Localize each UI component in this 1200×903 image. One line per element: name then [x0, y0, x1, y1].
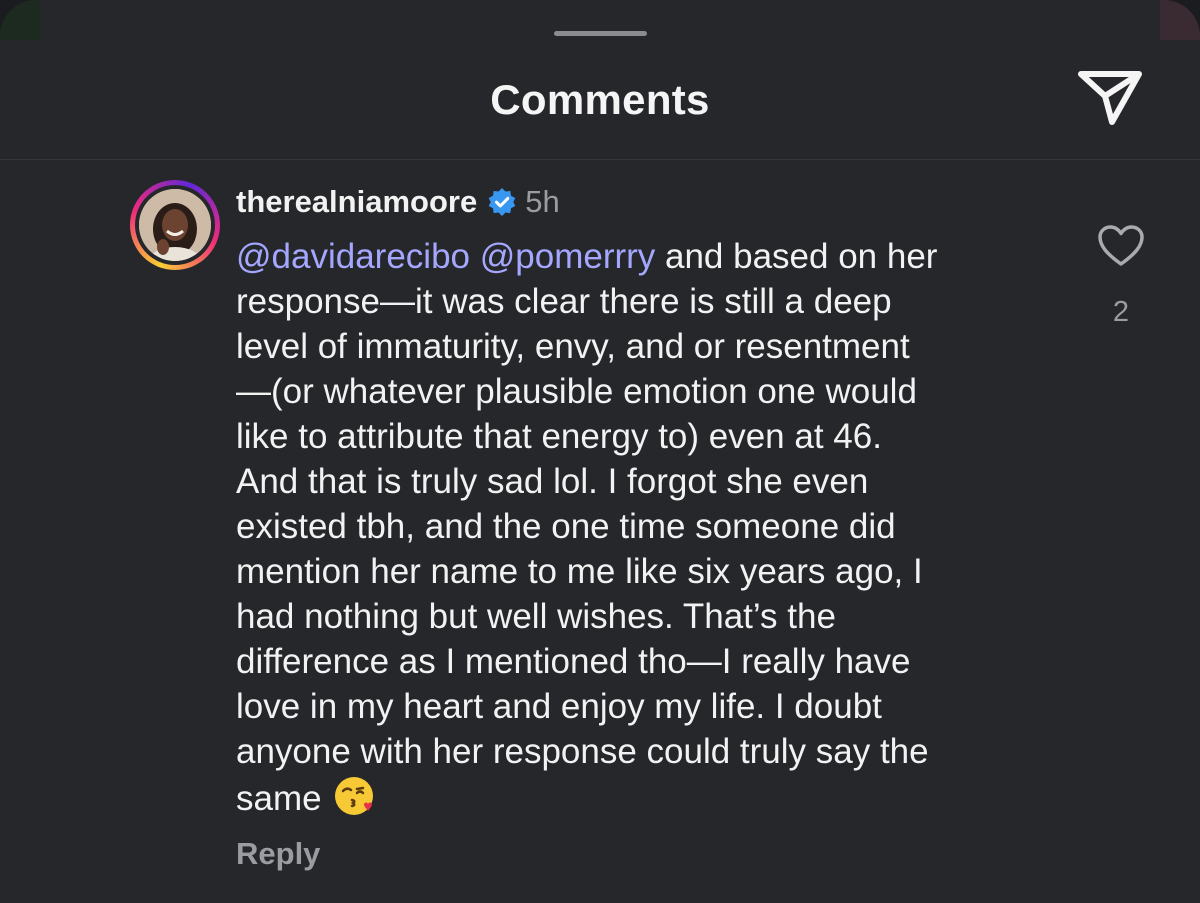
drag-handle[interactable]: [554, 31, 647, 36]
comment-line: level of immaturity, envy, and or resent…: [236, 327, 910, 366]
comment-line: response—it was clear there is still a d…: [236, 282, 892, 321]
comment-line: anyone with her response could truly say…: [236, 732, 929, 771]
kissing-face-with-heart-icon: [334, 777, 373, 815]
like-button[interactable]: [1097, 224, 1145, 268]
comment-line: @davidarecibo @pomerrry and based on her: [236, 237, 938, 276]
header-divider: [0, 159, 1200, 160]
comment-line: like to attribute that energy to) even a…: [236, 417, 882, 456]
username[interactable]: therealniamoore: [236, 184, 477, 220]
page-title: Comments: [490, 76, 710, 123]
comment-line: —(or whatever plausible emotion one woul…: [236, 372, 917, 411]
paper-plane-icon: [1078, 71, 1142, 125]
like-count: 2: [1112, 296, 1130, 328]
mention-link[interactable]: @davidarecibo: [236, 237, 470, 276]
avatar-image: [139, 189, 211, 261]
avatar: [139, 189, 211, 261]
comment-text: @davidarecibo @pomerrry and based on her…: [236, 234, 1056, 821]
comment-timestamp: 5h: [525, 184, 560, 219]
background-corner: [1160, 0, 1200, 40]
avatar-story-ring[interactable]: [130, 180, 220, 270]
comment-line: love in my heart and enjoy my life. I do…: [236, 687, 882, 726]
comment-line: same: [236, 774, 1056, 821]
comment-meta: therealniamoore 5h: [236, 182, 560, 222]
comment-line: existed tbh, and the one time someone di…: [236, 507, 896, 546]
comment-line: mention her name to me like six years ag…: [236, 552, 923, 591]
heart-icon: [1098, 225, 1144, 266]
comment-line: had nothing but well wishes. That’s the: [236, 597, 836, 636]
comment-line: difference as I mentioned tho—I really h…: [236, 642, 911, 681]
share-button[interactable]: [1075, 66, 1145, 128]
comments-sheet: Comments therealniamoore 5h @davidarecib…: [0, 0, 1200, 903]
background-corner: [0, 0, 40, 40]
mention-link[interactable]: @pomerrry: [480, 237, 656, 276]
verified-badge-icon: [488, 188, 516, 216]
comment-line: And that is truly sad lol. I forgot she …: [236, 462, 869, 501]
reply-button[interactable]: Reply: [236, 836, 320, 872]
